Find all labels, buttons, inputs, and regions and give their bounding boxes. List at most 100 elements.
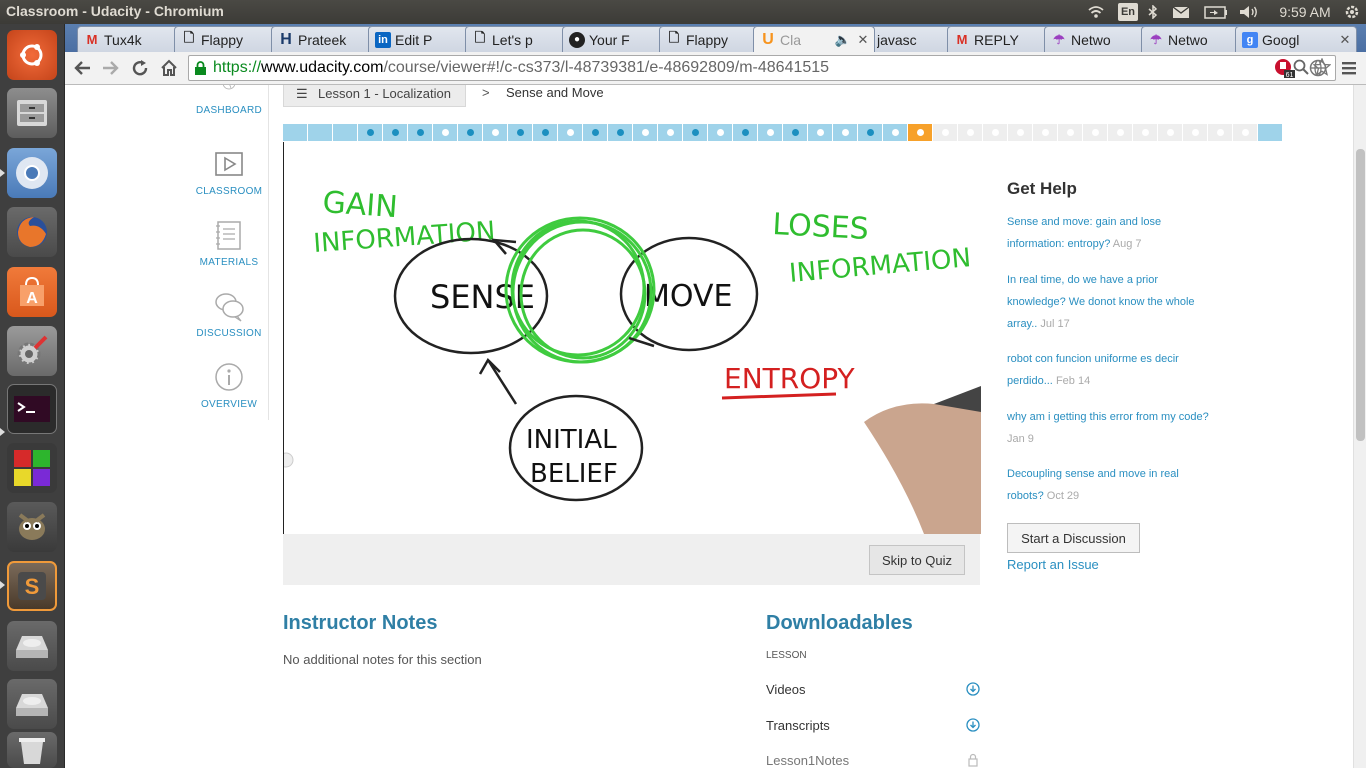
progress-segment[interactable] xyxy=(1183,124,1207,141)
download-lesson-notes[interactable]: Lesson1Notes xyxy=(766,753,980,768)
help-thread-link[interactable]: In real time, do we have a prior knowled… xyxy=(1007,269,1217,335)
progress-segment-current[interactable] xyxy=(908,124,932,141)
progress-segment[interactable] xyxy=(483,124,507,141)
progress-segment[interactable] xyxy=(1033,124,1057,141)
scrollbar-thumb[interactable] xyxy=(1356,149,1365,441)
extension-icon[interactable]: 61 xyxy=(1271,56,1297,80)
reload-button[interactable] xyxy=(127,56,153,80)
nav-classroom[interactable]: CLASSROOM xyxy=(189,148,269,197)
address-bar[interactable]: https://www.udacity.com/course/viewer#!/… xyxy=(188,55,1336,81)
progress-segment[interactable] xyxy=(1133,124,1157,141)
progress-dot xyxy=(841,129,849,136)
terminal-icon[interactable] xyxy=(7,384,57,434)
breadcrumb-lesson-button[interactable]: ☰ Lesson 1 - Localization xyxy=(283,85,466,107)
download-icon[interactable] xyxy=(966,682,980,696)
nav-discussion[interactable]: DISCUSSION xyxy=(189,290,269,339)
progress-segment[interactable] xyxy=(1058,124,1082,141)
progress-segment[interactable] xyxy=(283,124,307,141)
progress-segment[interactable] xyxy=(633,124,657,141)
video-seek-handle[interactable] xyxy=(278,452,294,468)
browser-tab[interactable]: g Googl ✕ xyxy=(1235,26,1357,52)
progress-segment[interactable] xyxy=(1208,124,1232,141)
clock[interactable]: 9:59 AM xyxy=(1275,3,1335,21)
progress-segment[interactable] xyxy=(958,124,982,141)
progress-segment[interactable] xyxy=(658,124,682,141)
url-scheme: https:// xyxy=(213,59,262,76)
report-issue-link[interactable]: Report an Issue xyxy=(1007,557,1099,572)
workspace-switcher-icon[interactable] xyxy=(7,443,57,493)
chromium-icon[interactable] xyxy=(7,148,57,198)
progress-segment[interactable] xyxy=(433,124,457,141)
download-videos[interactable]: Videos xyxy=(766,682,980,697)
bluetooth-icon[interactable] xyxy=(1146,3,1160,21)
firefox-icon[interactable] xyxy=(7,207,57,257)
close-icon[interactable]: ✕ xyxy=(1338,32,1352,48)
battery-icon[interactable] xyxy=(1203,3,1229,21)
progress-segment[interactable] xyxy=(408,124,432,141)
progress-segment[interactable] xyxy=(808,124,832,141)
progress-segment[interactable] xyxy=(833,124,857,141)
download-transcripts[interactable]: Transcripts xyxy=(766,718,980,733)
browser-tab-active[interactable]: U Cla 🔈 ✕ xyxy=(753,26,875,52)
progress-segment[interactable] xyxy=(983,124,1007,141)
progress-segment[interactable] xyxy=(733,124,757,141)
system-settings-icon[interactable] xyxy=(7,326,57,376)
skip-to-quiz-button[interactable]: Skip to Quiz xyxy=(869,545,965,575)
progress-segment[interactable] xyxy=(558,124,582,141)
help-thread-link[interactable]: Sense and move: gain and lose informatio… xyxy=(1007,211,1217,255)
progress-dot xyxy=(1216,129,1224,136)
progress-segment[interactable] xyxy=(358,124,382,141)
help-thread-link[interactable]: why am i getting this error from my code… xyxy=(1007,406,1217,450)
software-center-icon[interactable]: A xyxy=(7,267,57,317)
menu-icon[interactable] xyxy=(1336,56,1362,80)
progress-segment[interactable] xyxy=(583,124,607,141)
progress-segment[interactable] xyxy=(683,124,707,141)
keyboard-layout-indicator[interactable]: En xyxy=(1118,3,1138,21)
speaker-icon[interactable]: 🔈 xyxy=(834,32,852,48)
nav-materials[interactable]: MATERIALS xyxy=(189,219,269,268)
nav-dashboard[interactable]: DASHBOARD xyxy=(189,85,269,116)
progress-segment[interactable] xyxy=(333,124,357,141)
gimp-icon[interactable] xyxy=(7,502,57,552)
progress-segment[interactable] xyxy=(708,124,732,141)
volume-icon[interactable] xyxy=(1238,3,1260,21)
download-icon[interactable] xyxy=(966,718,980,732)
progress-segment[interactable] xyxy=(858,124,882,141)
sublime-text-icon[interactable]: S xyxy=(7,561,57,611)
dash-home-icon[interactable] xyxy=(7,30,57,80)
trash-icon[interactable] xyxy=(7,732,57,768)
progress-segment[interactable] xyxy=(458,124,482,141)
progress-segment[interactable] xyxy=(758,124,782,141)
progress-segment[interactable] xyxy=(1233,124,1257,141)
drive-icon[interactable] xyxy=(7,679,57,729)
power-gear-icon[interactable] xyxy=(1343,3,1361,21)
back-button[interactable] xyxy=(69,56,95,80)
help-thread-link[interactable]: robot con funcion uniforme es decir perd… xyxy=(1007,348,1217,392)
progress-segment[interactable] xyxy=(1158,124,1182,141)
progress-segment[interactable] xyxy=(1258,124,1282,141)
progress-segment[interactable] xyxy=(883,124,907,141)
wifi-icon[interactable] xyxy=(1086,3,1106,21)
progress-segment[interactable] xyxy=(933,124,957,141)
close-icon[interactable]: ✕ xyxy=(856,32,870,48)
files-icon[interactable] xyxy=(7,88,57,138)
progress-segment[interactable] xyxy=(783,124,807,141)
progress-segment[interactable] xyxy=(308,124,332,141)
forward-button[interactable] xyxy=(98,56,124,80)
video-player[interactable]: GAIN INFORMATION LOSES INFORMATION SENSE… xyxy=(278,142,981,534)
nav-overview[interactable]: OVERVIEW xyxy=(189,361,269,410)
progress-segment[interactable] xyxy=(1008,124,1032,141)
progress-segment[interactable] xyxy=(383,124,407,141)
home-button[interactable] xyxy=(156,56,182,80)
progress-segment[interactable] xyxy=(1108,124,1132,141)
progress-segment[interactable] xyxy=(508,124,532,141)
progress-segment[interactable] xyxy=(1083,124,1107,141)
help-thread-link[interactable]: Decoupling sense and move in real robots… xyxy=(1007,463,1217,507)
page-scrollbar[interactable] xyxy=(1353,85,1366,768)
globe-icon[interactable] xyxy=(1305,56,1331,80)
mail-icon[interactable] xyxy=(1171,3,1191,21)
start-discussion-button[interactable]: Start a Discussion xyxy=(1007,523,1140,553)
drive-icon[interactable] xyxy=(7,621,57,671)
progress-segment[interactable] xyxy=(533,124,557,141)
progress-segment[interactable] xyxy=(608,124,632,141)
